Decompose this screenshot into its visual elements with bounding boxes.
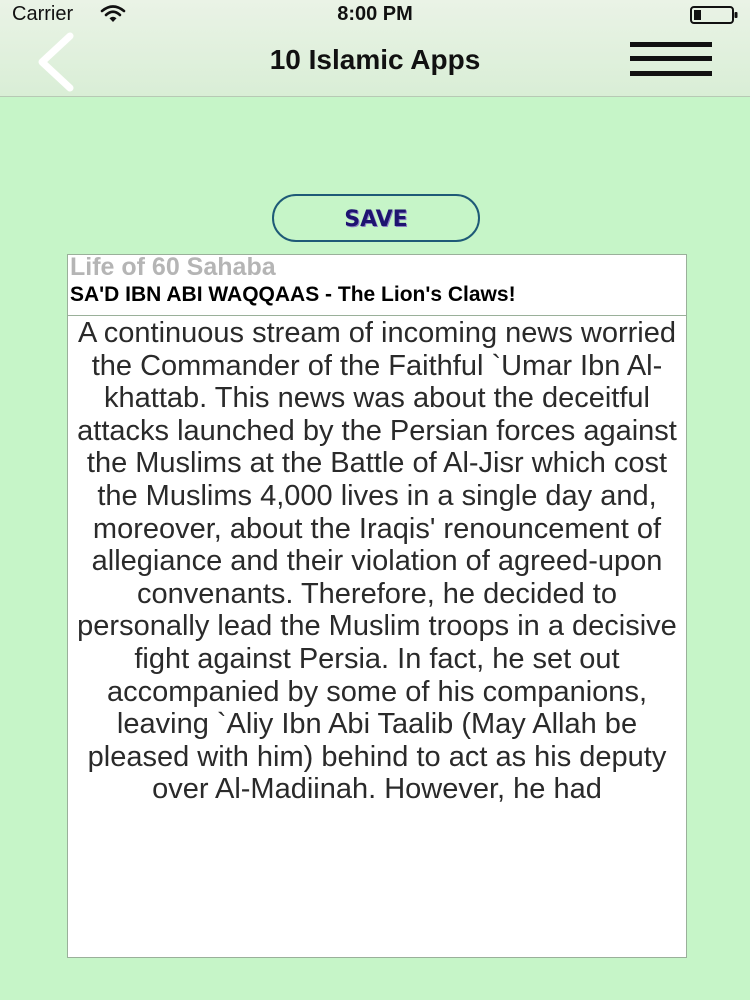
article-body-text[interactable]: A continuous stream of incoming news wor… bbox=[68, 317, 686, 806]
chevron-left-icon bbox=[38, 32, 74, 92]
app-screen: Carrier 8:00 PM 10 Islamic Apps SAVE Lif… bbox=[0, 0, 750, 1000]
battery-icon bbox=[690, 6, 738, 24]
hamburger-icon-bar bbox=[630, 56, 712, 61]
book-title: Life of 60 Sahaba bbox=[70, 254, 276, 281]
hamburger-icon-bar bbox=[630, 71, 712, 76]
title-divider bbox=[68, 315, 686, 316]
status-bar: Carrier 8:00 PM bbox=[0, 0, 750, 30]
page-title: 10 Islamic Apps bbox=[269, 44, 481, 75]
hamburger-icon-bar bbox=[630, 42, 712, 47]
menu-button[interactable] bbox=[630, 40, 712, 80]
back-button[interactable] bbox=[22, 30, 92, 94]
reading-panel: Life of 60 Sahaba SA'D IBN ABI WAQQAAS -… bbox=[67, 254, 687, 958]
chapter-title: SA'D IBN ABI WAQQAAS - The Lion's Claws! bbox=[70, 283, 516, 306]
save-button[interactable]: SAVE bbox=[272, 194, 480, 242]
navigation-bar: Carrier 8:00 PM 10 Islamic Apps bbox=[0, 0, 750, 97]
status-time: 8:00 PM bbox=[337, 3, 413, 25]
